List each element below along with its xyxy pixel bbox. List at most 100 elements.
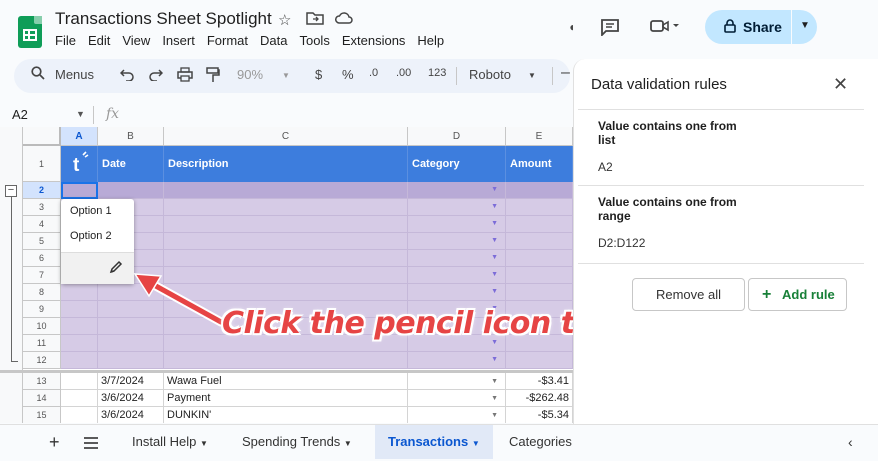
menu-view[interactable]: View	[122, 33, 150, 48]
font-size-decrease-icon[interactable]: –	[561, 64, 570, 82]
grid-cell[interactable]	[164, 199, 408, 216]
cell-description[interactable]: DUNKIN'	[164, 407, 408, 423]
print-icon[interactable]	[177, 67, 193, 85]
column-header-e[interactable]: E	[506, 127, 573, 146]
more-formats-button[interactable]: 123	[428, 67, 446, 79]
share-button[interactable]: Share ▼	[705, 10, 817, 44]
grid-cell[interactable]	[61, 352, 98, 369]
menu-tools[interactable]: Tools	[299, 33, 329, 48]
header-date[interactable]: Date	[98, 146, 164, 182]
row-header-3[interactable]: 3	[23, 199, 61, 216]
grid-cell[interactable]	[61, 284, 98, 301]
row-header-4[interactable]: 4	[23, 216, 61, 233]
currency-format-button[interactable]: $	[315, 67, 322, 82]
menu-edit[interactable]: Edit	[88, 33, 110, 48]
grid-cell[interactable]: ▼	[408, 216, 506, 233]
tab-transactions[interactable]: Transactions ▼	[375, 425, 493, 459]
name-box-dropdown-icon[interactable]: ▼	[76, 109, 85, 119]
header-amount[interactable]: Amount	[506, 146, 573, 182]
scroll-tabs-left-icon[interactable]: ‹	[848, 425, 853, 459]
category-dropdown-icon[interactable]: ▼	[491, 288, 498, 295]
grid-cell[interactable]	[61, 318, 98, 335]
cell-date[interactable]: 3/7/2024	[98, 373, 164, 390]
column-header-b[interactable]: B	[98, 127, 164, 146]
category-dropdown-icon[interactable]: ▼	[491, 373, 498, 389]
category-dropdown-icon[interactable]: ▼	[491, 220, 498, 227]
row-header-5[interactable]: 5	[23, 233, 61, 250]
grid-cell[interactable]	[506, 267, 573, 284]
cell-amount[interactable]: -$262.48	[506, 390, 573, 407]
font-select[interactable]: Roboto	[469, 67, 511, 82]
grid-cell[interactable]	[61, 335, 98, 352]
zoom-dropdown-icon[interactable]: ▼	[282, 71, 290, 80]
increase-decimal-button[interactable]: .00	[396, 67, 411, 79]
grid-cell[interactable]: ▼	[408, 250, 506, 267]
document-title[interactable]: Transactions Sheet Spotlight	[55, 9, 272, 29]
remove-all-button[interactable]: Remove all	[632, 278, 745, 311]
star-icon[interactable]: ☆	[278, 11, 291, 29]
cell-date[interactable]: 3/6/2024	[98, 407, 164, 423]
grid-cell[interactable]	[164, 216, 408, 233]
comments-icon[interactable]	[600, 18, 620, 41]
undo-icon[interactable]	[119, 67, 134, 84]
cell-description[interactable]: Wawa Fuel	[164, 373, 408, 390]
close-icon[interactable]: ✕	[833, 74, 848, 95]
category-dropdown-icon[interactable]: ▼	[491, 186, 498, 193]
cell-amount[interactable]: -$3.41	[506, 373, 573, 390]
row-header-10[interactable]: 10	[23, 318, 61, 335]
grid-cell[interactable]: ▼	[408, 182, 506, 199]
tab-install-help[interactable]: Install Help ▼	[132, 425, 208, 459]
decrease-decimal-button[interactable]: .0	[369, 67, 378, 79]
menu-insert[interactable]: Insert	[162, 33, 195, 48]
grid-cell[interactable]	[98, 182, 164, 199]
move-folder-icon[interactable]	[306, 11, 324, 29]
font-dropdown-icon[interactable]: ▼	[528, 71, 536, 80]
row-header-11[interactable]: 11	[23, 335, 61, 352]
column-header-c[interactable]: C	[164, 127, 408, 146]
add-rule-button[interactable]: + Add rule	[748, 278, 847, 311]
tab-categories[interactable]: Categories	[509, 425, 573, 459]
grid-cell[interactable]	[164, 233, 408, 250]
cell-date[interactable]: 3/6/2024	[98, 390, 164, 407]
menu-extensions[interactable]: Extensions	[342, 33, 406, 48]
menu-data[interactable]: Data	[260, 33, 287, 48]
cell-description[interactable]: Payment	[164, 390, 408, 407]
redo-icon[interactable]	[149, 67, 164, 84]
category-dropdown-icon[interactable]: ▼	[491, 271, 498, 278]
category-dropdown-icon[interactable]: ▼	[491, 254, 498, 261]
tab-spending-trends[interactable]: Spending Trends ▼	[242, 425, 352, 459]
add-sheet-icon[interactable]: +	[49, 425, 60, 459]
row-header-6[interactable]: 6	[23, 250, 61, 267]
column-header-a[interactable]: A	[61, 127, 98, 146]
grid-cell[interactable]	[98, 352, 164, 369]
grid-cell[interactable]	[506, 233, 573, 250]
header-category[interactable]: Category	[408, 146, 506, 182]
menu-format[interactable]: Format	[207, 33, 248, 48]
row-header-13[interactable]: 13	[23, 373, 61, 390]
cloud-status-icon[interactable]	[335, 11, 353, 29]
paint-format-icon[interactable]	[206, 67, 220, 86]
meet-video-icon[interactable]	[650, 18, 680, 39]
grid-cell[interactable]: ▼	[408, 267, 506, 284]
grid-cell[interactable]	[506, 352, 573, 369]
share-dropdown-icon[interactable]: ▼	[800, 20, 810, 31]
name-box[interactable]: A2	[12, 107, 28, 122]
all-sheets-icon[interactable]	[84, 425, 98, 459]
category-dropdown-icon[interactable]: ▼	[491, 356, 498, 363]
grid-cell[interactable]: ▼	[408, 373, 506, 390]
row-header-12[interactable]: 12	[23, 352, 61, 369]
header-description[interactable]: Description	[164, 146, 408, 182]
percent-format-button[interactable]: %	[342, 67, 354, 82]
zoom-select[interactable]: 90%	[237, 67, 263, 82]
row-header-1[interactable]: 1	[23, 146, 61, 182]
grid-cell[interactable]: ▼	[408, 352, 506, 369]
row-header-7[interactable]: 7	[23, 267, 61, 284]
history-icon[interactable]: ◖	[568, 20, 575, 34]
grid-cell[interactable]	[506, 199, 573, 216]
grid-cell[interactable]	[506, 250, 573, 267]
dropdown-option-1[interactable]: Option 1	[70, 205, 112, 217]
row-group-collapse-icon[interactable]: −	[5, 185, 17, 197]
category-dropdown-icon[interactable]: ▼	[491, 203, 498, 210]
rule-card-2[interactable]: Value contains one from range D2:D122	[578, 186, 864, 263]
sheets-logo-icon[interactable]	[18, 16, 42, 48]
